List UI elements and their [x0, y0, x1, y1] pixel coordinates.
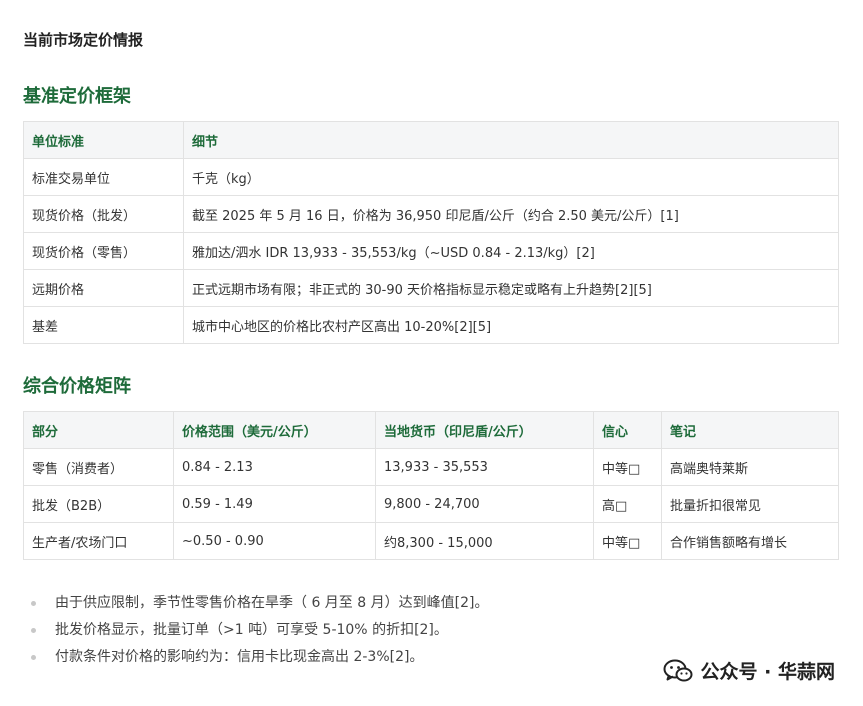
table-cell: 远期价格: [23, 269, 184, 307]
table-row: 零售（消费者） 0.84 - 2.13 13,933 - 35,553 中等□ …: [23, 448, 839, 486]
table-cell: 高□: [593, 485, 662, 523]
table-row: 现货价格（批发） 截至 2025 年 5 月 16 日，价格为 36,950 印…: [23, 195, 839, 233]
table-cell: 正式远期市场有限；非正式的 30-90 天价格指标显示稳定或略有上升趋势[2][…: [183, 269, 839, 307]
table-cell: 基差: [23, 306, 184, 344]
list-item: 付款条件对价格的影响约为：信用卡比现金高出 2-3%[2]。: [23, 644, 488, 671]
wechat-icon: [663, 659, 693, 681]
column-header: 当地货币（印尼盾/公斤）: [375, 411, 594, 449]
note-text: 由于供应限制，季节性零售价格在旱季（ 6 月至 8 月）达到峰值[2]。: [55, 595, 489, 611]
table-row: 远期价格 正式远期市场有限；非正式的 30-90 天价格指标显示稳定或略有上升趋…: [23, 269, 839, 307]
table-cell: 现货价格（零售）: [23, 232, 184, 270]
table-cell: ~0.50 - 0.90: [173, 522, 376, 560]
bullet-icon: [31, 628, 36, 633]
bullet-icon: [31, 655, 36, 660]
table-cell: 现货价格（批发）: [23, 195, 184, 233]
list-item: 由于供应限制，季节性零售价格在旱季（ 6 月至 8 月）达到峰值[2]。: [23, 590, 488, 617]
table-cell: 标准交易单位: [23, 158, 184, 196]
section-heading-price-matrix: 综合价格矩阵: [23, 376, 131, 397]
table-cell: 生产者/农场门口: [23, 522, 174, 560]
column-header: 信心: [593, 411, 662, 449]
column-header: 部分: [23, 411, 174, 449]
column-header: 单位标准: [23, 121, 184, 159]
table-cell: 批量折扣很常见: [661, 485, 839, 523]
table-cell: 截至 2025 年 5 月 16 日，价格为 36,950 印尼盾/公斤（约合 …: [183, 195, 839, 233]
column-header: 笔记: [661, 411, 839, 449]
table-row: 基差 城市中心地区的价格比农村产区高出 10-20%[2][5]: [23, 306, 839, 344]
table-cell: 13,933 - 35,553: [375, 448, 594, 486]
note-text: 批发价格显示，批量订单（>1 吨）可享受 5-10% 的折扣[2]。: [55, 622, 448, 638]
price-matrix-table: 部分 价格范围（美元/公斤） 当地货币（印尼盾/公斤） 信心 笔记 零售（消费者…: [23, 411, 839, 560]
note-text: 付款条件对价格的影响约为：信用卡比现金高出 2-3%[2]。: [55, 649, 424, 665]
table-cell: 城市中心地区的价格比农村产区高出 10-20%[2][5]: [183, 306, 839, 344]
list-item: 批发价格显示，批量订单（>1 吨）可享受 5-10% 的折扣[2]。: [23, 617, 488, 644]
table-cell: 中等□: [593, 448, 662, 486]
table-cell: 合作销售额略有增长: [661, 522, 839, 560]
table-cell: 中等□: [593, 522, 662, 560]
table-cell: 9,800 - 24,700: [375, 485, 594, 523]
table-cell: 0.59 - 1.49: [173, 485, 376, 523]
table-cell: 千克（kg）: [183, 158, 839, 196]
column-header: 细节: [183, 121, 839, 159]
bullet-icon: [31, 601, 36, 606]
table-cell: 雅加达/泗水 IDR 13,933 - 35,553/kg（~USD 0.84 …: [183, 232, 839, 270]
benchmark-pricing-table: 单位标准 细节 标准交易单位 千克（kg） 现货价格（批发） 截至 2025 年…: [23, 121, 839, 344]
table-header-row: 部分 价格范围（美元/公斤） 当地货币（印尼盾/公斤） 信心 笔记: [23, 411, 839, 449]
table-row: 现货价格（零售） 雅加达/泗水 IDR 13,933 - 35,553/kg（~…: [23, 232, 839, 270]
table-cell: 零售（消费者）: [23, 448, 174, 486]
table-cell: 0.84 - 2.13: [173, 448, 376, 486]
table-row: 生产者/农场门口 ~0.50 - 0.90 约8,300 - 15,000 中等…: [23, 522, 839, 560]
table-header-row: 单位标准 细节: [23, 121, 839, 159]
table-cell: 高端奥特莱斯: [661, 448, 839, 486]
section-heading-benchmark: 基准定价框架: [23, 86, 131, 107]
table-row: 批发（B2B） 0.59 - 1.49 9,800 - 24,700 高□ 批量…: [23, 485, 839, 523]
watermark-text: 公众号 · 华蒜网: [700, 661, 835, 683]
notes-list: 由于供应限制，季节性零售价格在旱季（ 6 月至 8 月）达到峰值[2]。 批发价…: [23, 590, 488, 671]
table-cell: 批发（B2B）: [23, 485, 174, 523]
table-cell: 约8,300 - 15,000: [375, 522, 594, 560]
column-header: 价格范围（美元/公斤）: [173, 411, 376, 449]
document-title: 当前市场定价情报: [23, 31, 144, 49]
table-row: 标准交易单位 千克（kg）: [23, 158, 839, 196]
watermark: 公众号 · 华蒜网: [663, 657, 835, 684]
